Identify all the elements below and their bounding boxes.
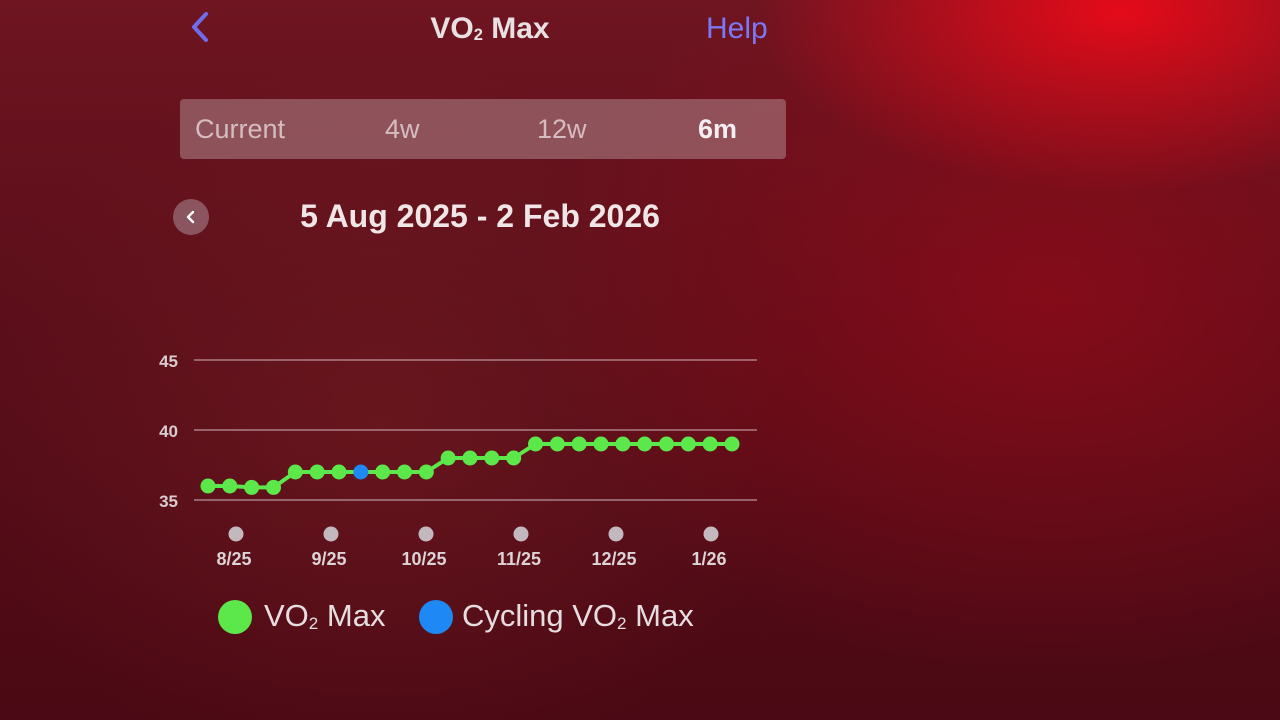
legend-label-cycling-vo2-max: Cycling VO2 Max [462,598,694,633]
chevron-left-icon [186,210,195,224]
vo2-max-data-point [615,436,631,452]
vo2-max-data-point [549,436,565,452]
vo2-max-data-point [222,478,238,494]
segment-12w[interactable]: 12w [537,99,587,159]
vo2-max-data-point [702,436,718,452]
vo2-max-data-point [724,436,740,452]
vo2-max-screen: VO2 Max Help Current 4w 12w 6m 5 Aug 202… [0,0,1280,720]
x-tick-marker [418,526,434,542]
vo2-max-data-point [484,450,500,466]
x-tick-marker [513,526,529,542]
vo2-max-data-point [440,450,456,466]
segment-6m[interactable]: 6m [698,99,737,159]
back-chevron-icon[interactable] [186,10,216,44]
vo2-max-data-point [266,479,281,495]
vo2-max-chart: 35 40 45 8/25 9/25 10/25 11/25 12/25 1/26 [159,352,757,569]
vo2-max-data-point [528,436,543,452]
vo2-max-data-point [331,464,347,480]
x-tick-label: 8/25 [216,549,251,569]
vo2-max-data-point [200,478,216,494]
x-tick-label: 1/26 [691,549,726,569]
vo2-max-data-point [462,450,478,466]
vo2-max-data-point [397,464,412,480]
vo2-max-data-point [375,464,391,480]
x-tick-label: 10/25 [401,549,446,569]
y-tick-label: 45 [159,352,178,371]
vo2-max-data-point [287,464,303,480]
date-range-label: 5 Aug 2025 - 2 Feb 2026 [300,198,660,234]
cycling-vo2-max-data-point [353,464,369,480]
y-tick-label: 40 [159,422,178,441]
vo2-max-data-point [309,464,325,480]
time-range-segmented-control: Current 4w 12w 6m [180,99,786,159]
page-title: VO2 Max [430,12,550,45]
segment-4w[interactable]: 4w [385,99,420,159]
x-tick-label: 9/25 [311,549,346,569]
vo2-max-data-point [418,464,434,480]
x-tick-marker [323,526,339,542]
segment-current[interactable]: Current [195,99,285,159]
vo2-max-data-point [637,436,653,452]
x-tick-label: 12/25 [591,549,636,569]
x-tick-label: 11/25 [497,549,541,569]
x-tick-marker [608,526,624,542]
vo2-max-data-point [244,479,260,495]
x-tick-marker [703,526,719,542]
legend-dot-vo2-max [218,600,252,634]
x-tick-marker [228,526,244,542]
help-button[interactable]: Help [706,12,768,46]
y-tick-label: 35 [159,492,178,511]
legend-label-vo2-max: VO2 Max [264,598,386,633]
vo2-max-data-point [593,436,609,452]
vo2-max-data-point [506,450,522,466]
previous-range-button[interactable] [173,199,209,235]
vo2-max-data-point [680,436,696,452]
vo2-max-data-point [571,436,587,452]
legend-dot-cycling-vo2-max [419,600,453,634]
vo2-max-data-point [659,436,674,452]
